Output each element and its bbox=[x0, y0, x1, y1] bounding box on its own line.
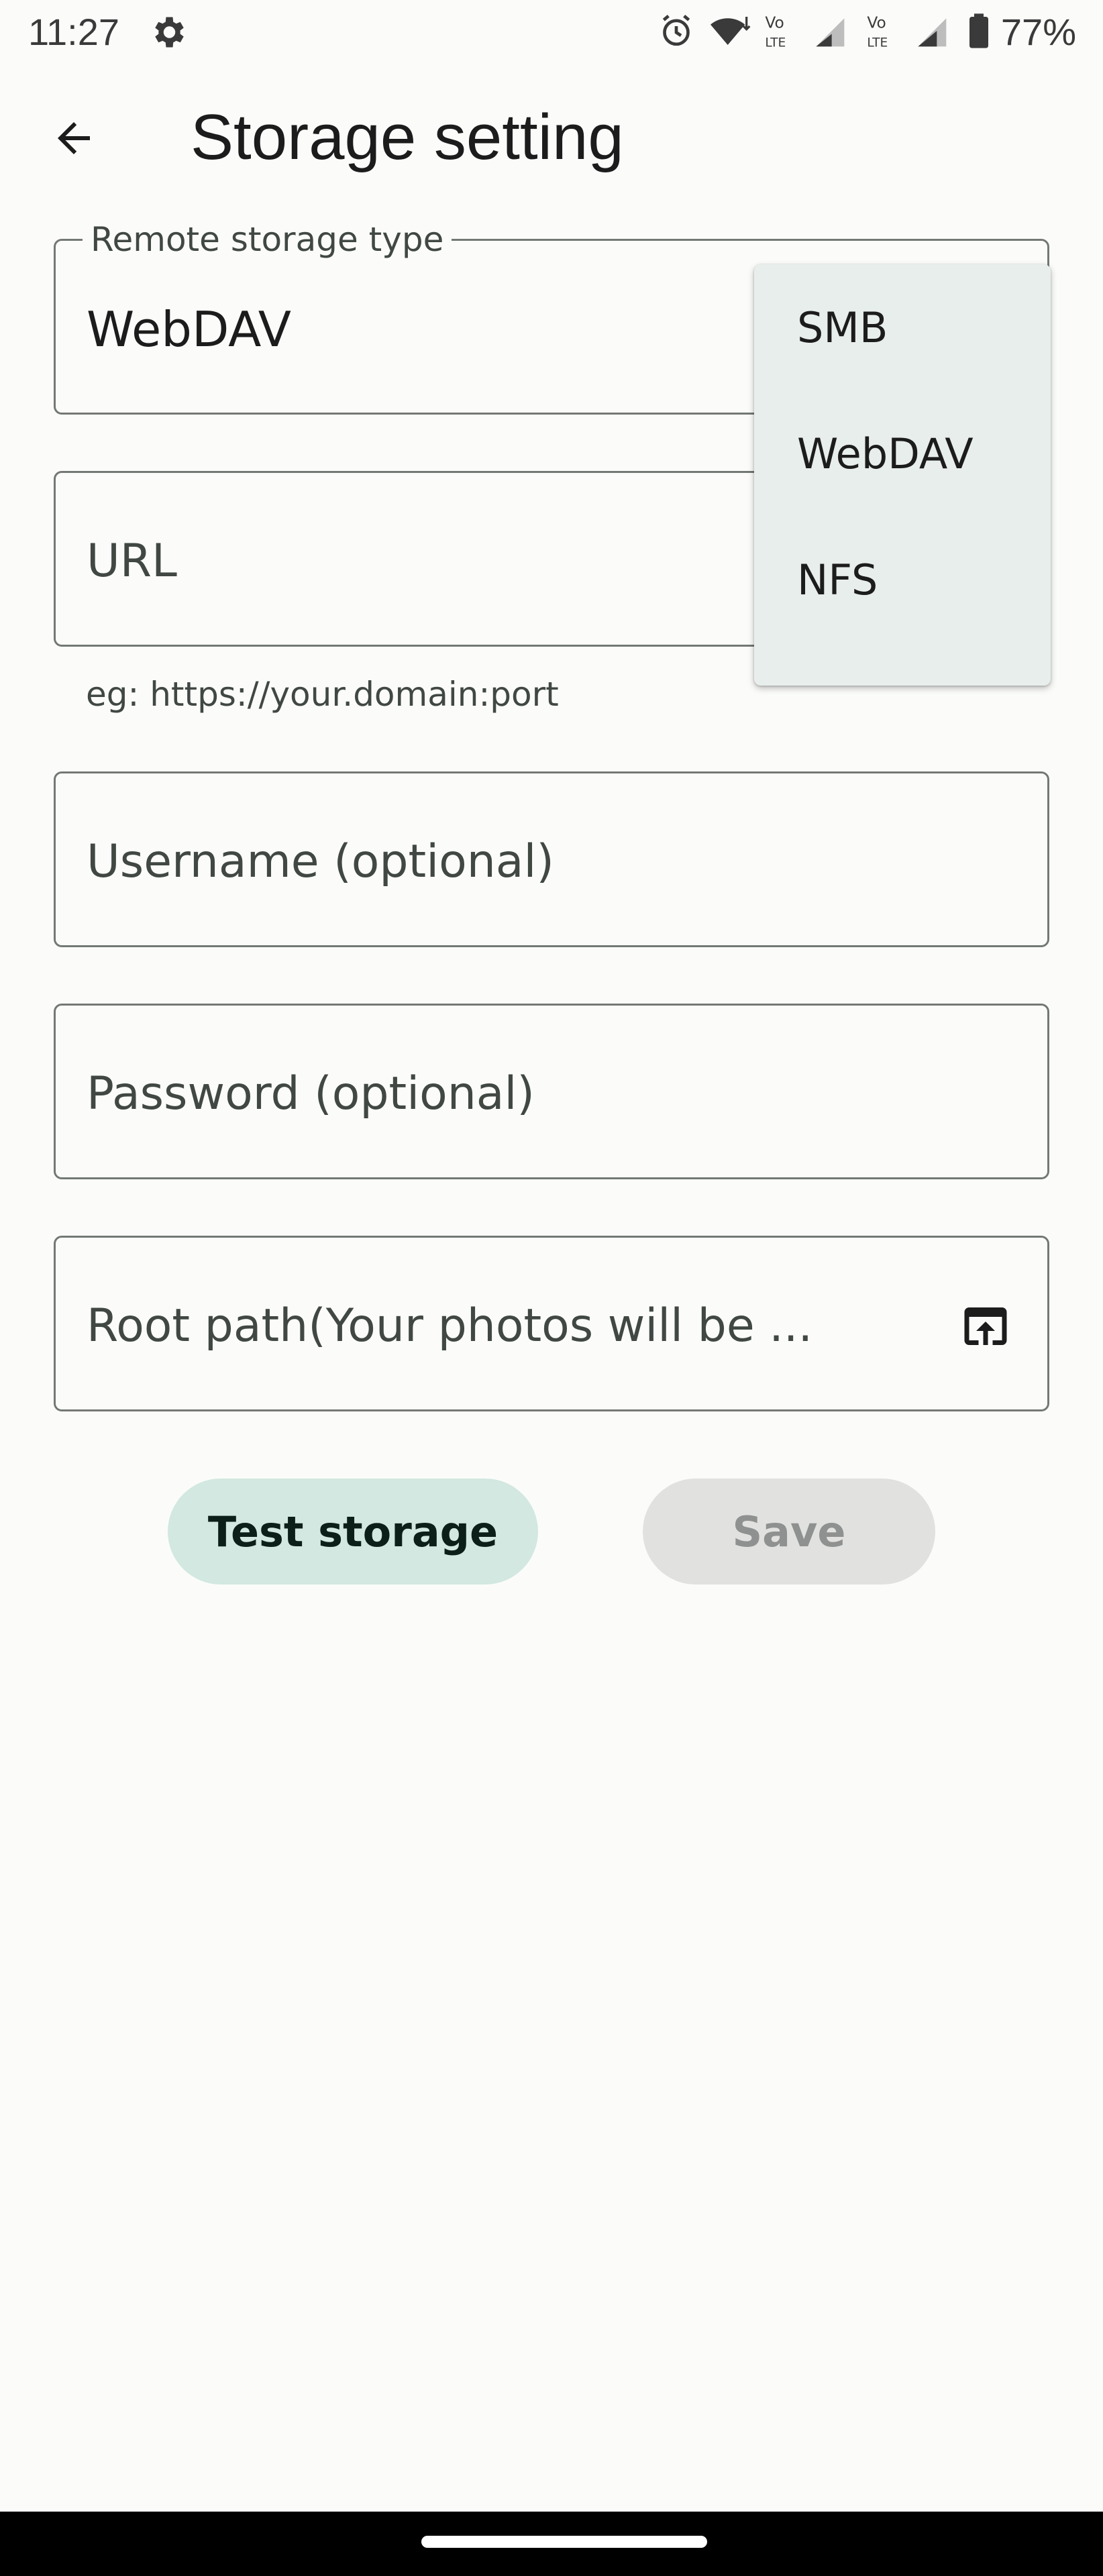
root-path-placeholder: Root path(Your photos will be ... bbox=[87, 1299, 813, 1352]
top-app-bar: Storage setting bbox=[0, 80, 1103, 195]
alarm-icon bbox=[658, 12, 695, 52]
test-storage-button[interactable]: Test storage bbox=[168, 1479, 538, 1585]
volte-icon: Vo LTE bbox=[764, 12, 801, 52]
signal-icon bbox=[812, 12, 855, 52]
menu-item-nfs[interactable]: NFS bbox=[754, 517, 1051, 643]
battery-icon bbox=[967, 12, 990, 52]
root-path-input[interactable]: Root path(Your photos will be ... bbox=[54, 1236, 1049, 1411]
page-title: Storage setting bbox=[191, 101, 624, 173]
password-placeholder: Password (optional) bbox=[87, 1067, 535, 1120]
status-icons: Vo LTE Vo LTE 77% bbox=[658, 8, 1076, 56]
system-navigation-bar bbox=[0, 2512, 1103, 2576]
back-button[interactable] bbox=[40, 106, 107, 173]
svg-text:Vo: Vo bbox=[765, 13, 784, 32]
folder-open-icon[interactable] bbox=[957, 1298, 1014, 1354]
signal-icon bbox=[914, 12, 957, 52]
battery-percentage: 77% bbox=[1000, 11, 1076, 53]
status-bar: 11:27 Vo LTE Vo LTE 77% bbox=[0, 0, 1103, 67]
storage-type-menu: SMB WebDAV NFS bbox=[754, 264, 1051, 686]
volte-icon: Vo LTE bbox=[865, 12, 903, 52]
arrow-back-icon bbox=[50, 114, 98, 165]
status-time: 11:27 bbox=[28, 11, 119, 53]
storage-type-label: Remote storage type bbox=[83, 219, 452, 260]
svg-text:Vo: Vo bbox=[867, 13, 886, 32]
svg-text:LTE: LTE bbox=[867, 36, 888, 50]
username-input[interactable]: Username (optional) bbox=[54, 771, 1049, 947]
home-indicator[interactable] bbox=[421, 2536, 707, 2548]
svg-text:LTE: LTE bbox=[765, 36, 786, 50]
save-button[interactable]: Save bbox=[643, 1479, 935, 1585]
menu-item-smb[interactable]: SMB bbox=[754, 264, 1051, 390]
storage-type-value: WebDAV bbox=[87, 301, 292, 358]
username-placeholder: Username (optional) bbox=[87, 835, 554, 888]
url-supporting-text: eg: https://your.domain:port bbox=[86, 675, 559, 714]
wifi-icon bbox=[706, 12, 753, 52]
url-placeholder: URL bbox=[87, 535, 177, 588]
menu-item-webdav[interactable]: WebDAV bbox=[754, 390, 1051, 517]
settings-gear-icon bbox=[148, 12, 188, 52]
password-input[interactable]: Password (optional) bbox=[54, 1004, 1049, 1179]
